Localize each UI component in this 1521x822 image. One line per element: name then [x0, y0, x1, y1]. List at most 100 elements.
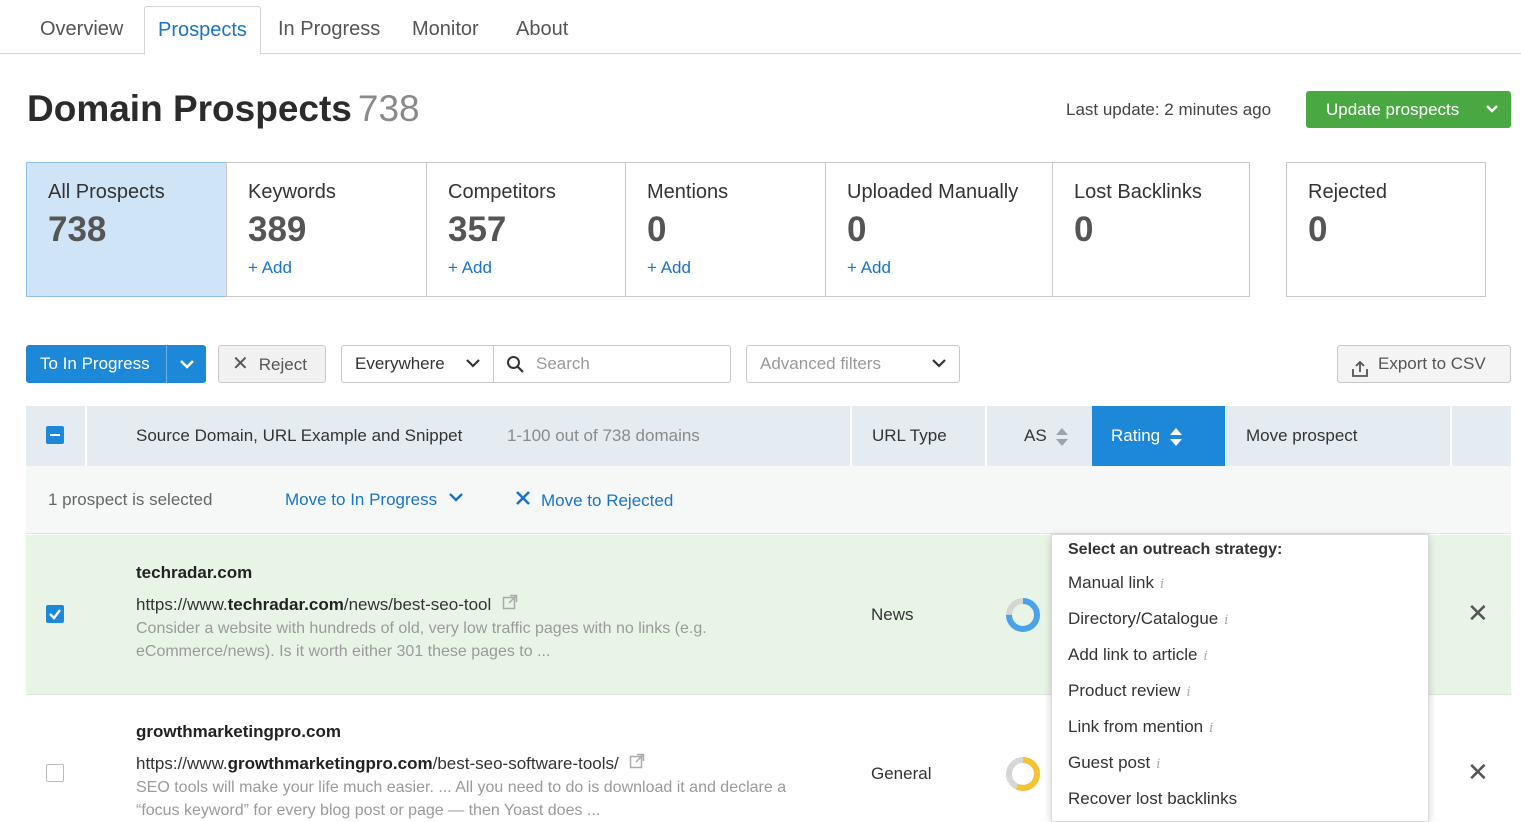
- row-checkbox[interactable]: [46, 605, 64, 623]
- scope-select-value: Everywhere: [355, 354, 445, 373]
- row-url-prefix: https://www.: [136, 595, 228, 614]
- remove-row-close-icon[interactable]: ✕: [1467, 598, 1489, 629]
- card-label: Rejected: [1308, 181, 1387, 203]
- strategy-guest-post[interactable]: Guest post i: [1068, 753, 1160, 773]
- add-mentions-link[interactable]: + Add: [647, 258, 825, 278]
- row-url-link[interactable]: https://www.growthmarketingpro.com/best-…: [136, 753, 645, 774]
- move-to-in-progress-label: Move to In Progress: [285, 490, 438, 509]
- chevron-down-icon: [179, 360, 194, 369]
- strategy-label: Product review: [1068, 681, 1181, 700]
- tab-monitor[interactable]: Monitor: [399, 6, 492, 54]
- strategy-label: Recover lost backlinks: [1068, 789, 1238, 808]
- card-value: 389: [248, 210, 307, 249]
- card-value: 0: [1308, 210, 1328, 249]
- info-icon[interactable]: i: [1209, 721, 1213, 736]
- card-keywords[interactable]: Keywords 389 + Add: [226, 162, 427, 297]
- close-icon: ✕: [232, 353, 249, 375]
- strategy-add-link-to-article[interactable]: Add link to article i: [1068, 645, 1208, 665]
- chevron-down-icon: [449, 493, 463, 502]
- column-header-move: Move prospect: [1246, 426, 1358, 445]
- column-divider: [1450, 406, 1452, 466]
- row-snippet: SEO tools will make your life much easie…: [136, 779, 787, 819]
- export-csv-button[interactable]: Export to CSV: [1337, 345, 1511, 383]
- info-icon[interactable]: i: [1156, 757, 1160, 772]
- strategy-directory[interactable]: Directory/Catalogue i: [1068, 609, 1228, 629]
- card-competitors[interactable]: Competitors 357 + Add: [426, 162, 627, 297]
- sort-icon: [1169, 427, 1182, 446]
- move-to-rejected-link[interactable]: Move to Rejected: [515, 490, 673, 511]
- row-url-type: News: [871, 605, 914, 624]
- last-update-text: Last update: 2 minutes ago: [1066, 100, 1272, 119]
- card-uploaded-manually[interactable]: Uploaded Manually 0 + Add: [825, 162, 1053, 297]
- info-icon[interactable]: i: [1160, 577, 1164, 592]
- info-icon[interactable]: i: [1224, 613, 1228, 628]
- row-url-path: /news/best-seo-tool: [343, 595, 492, 614]
- card-label: Keywords: [248, 181, 336, 203]
- sort-icon: [1056, 427, 1069, 446]
- advanced-filters-label: Advanced filters: [760, 354, 881, 373]
- update-prospects-button[interactable]: Update prospects: [1306, 91, 1511, 128]
- column-header-source: Source Domain, URL Example and Snippet: [136, 426, 463, 445]
- selection-bar: 1 prospect is selected Move to In Progre…: [26, 466, 1511, 534]
- row-checkbox[interactable]: [46, 764, 64, 782]
- tab-about[interactable]: About: [503, 6, 581, 54]
- authority-score-ring: [1004, 596, 1042, 639]
- strategy-product-review[interactable]: Product review i: [1068, 681, 1191, 701]
- card-mentions[interactable]: Mentions 0 + Add: [625, 162, 826, 297]
- row-domain: techradar.com: [136, 563, 253, 582]
- tab-prospects[interactable]: Prospects: [144, 6, 261, 55]
- card-lost-backlinks[interactable]: Lost Backlinks 0: [1052, 162, 1250, 297]
- strategy-label: Guest post: [1068, 753, 1151, 772]
- info-icon[interactable]: i: [1186, 685, 1190, 700]
- update-prospects-label: Update prospects: [1326, 100, 1460, 119]
- remove-row-close-icon[interactable]: ✕: [1467, 757, 1489, 788]
- info-icon[interactable]: i: [1203, 649, 1207, 664]
- to-in-progress-button[interactable]: To In Progress: [26, 345, 206, 383]
- card-value: 0: [647, 210, 667, 249]
- selection-count: 1 prospect is selected: [48, 490, 213, 509]
- strategy-recover-lost-backlinks[interactable]: Recover lost backlinks: [1068, 789, 1237, 809]
- page-title: Domain Prospects 738: [27, 88, 420, 130]
- strategy-manual-link[interactable]: Manual link i: [1068, 573, 1164, 593]
- page-title-text: Domain Prospects: [27, 88, 352, 129]
- close-icon: [516, 491, 530, 505]
- scope-select[interactable]: Everywhere: [341, 345, 494, 383]
- search-input[interactable]: [536, 346, 726, 382]
- column-header-url-type: URL Type: [872, 426, 947, 445]
- advanced-filters-select[interactable]: Advanced filters: [746, 345, 960, 383]
- row-url-domain: techradar.com: [227, 595, 344, 614]
- card-label: Mentions: [647, 181, 729, 203]
- strategy-label: Link from mention: [1068, 717, 1204, 736]
- export-icon: [1351, 355, 1369, 391]
- chevron-down-icon: [1485, 91, 1499, 141]
- card-label: Lost Backlinks: [1074, 181, 1202, 203]
- external-link-icon: [502, 594, 518, 610]
- move-to-in-progress-link[interactable]: Move to In Progress: [285, 490, 464, 510]
- tab-bar: Overview Prospects In Progress Monitor A…: [0, 0, 1521, 55]
- card-all-prospects[interactable]: All Prospects 738: [26, 162, 227, 297]
- tab-overview[interactable]: Overview: [27, 6, 136, 54]
- outreach-strategy-dropdown: Select an outreach strategy: Manual link…: [1051, 534, 1429, 822]
- row-url-prefix: https://www.: [136, 754, 228, 773]
- add-keywords-link[interactable]: + Add: [248, 258, 426, 278]
- column-header-rating[interactable]: Rating: [1092, 406, 1225, 466]
- row-domain: growthmarketingpro.com: [136, 722, 341, 741]
- column-header-rating-label: Rating: [1111, 426, 1161, 445]
- external-link-icon: [630, 753, 645, 769]
- export-csv-label: Export to CSV: [1378, 354, 1486, 373]
- add-uploaded-link[interactable]: + Add: [847, 258, 1052, 278]
- search-box: [493, 345, 731, 383]
- tab-in-progress[interactable]: In Progress: [265, 6, 393, 54]
- strategy-link-from-mention[interactable]: Link from mention i: [1068, 717, 1213, 737]
- table-header: Source Domain, URL Example and Snippet 1…: [26, 406, 1511, 466]
- add-competitors-link[interactable]: + Add: [448, 258, 626, 278]
- card-rejected[interactable]: Rejected 0: [1286, 162, 1486, 297]
- to-in-progress-dropdown-toggle[interactable]: [166, 345, 206, 383]
- row-url-link[interactable]: https://www.techradar.com/news/best-seo-…: [136, 594, 518, 615]
- reject-button[interactable]: ✕ Reject: [218, 345, 326, 383]
- select-all-checkbox[interactable]: [46, 426, 64, 444]
- column-header-as[interactable]: AS: [1024, 406, 1069, 466]
- strategy-label: Manual link: [1068, 573, 1154, 592]
- move-to-rejected-label: Move to Rejected: [541, 491, 674, 510]
- dropdown-title: Select an outreach strategy:: [1068, 541, 1283, 558]
